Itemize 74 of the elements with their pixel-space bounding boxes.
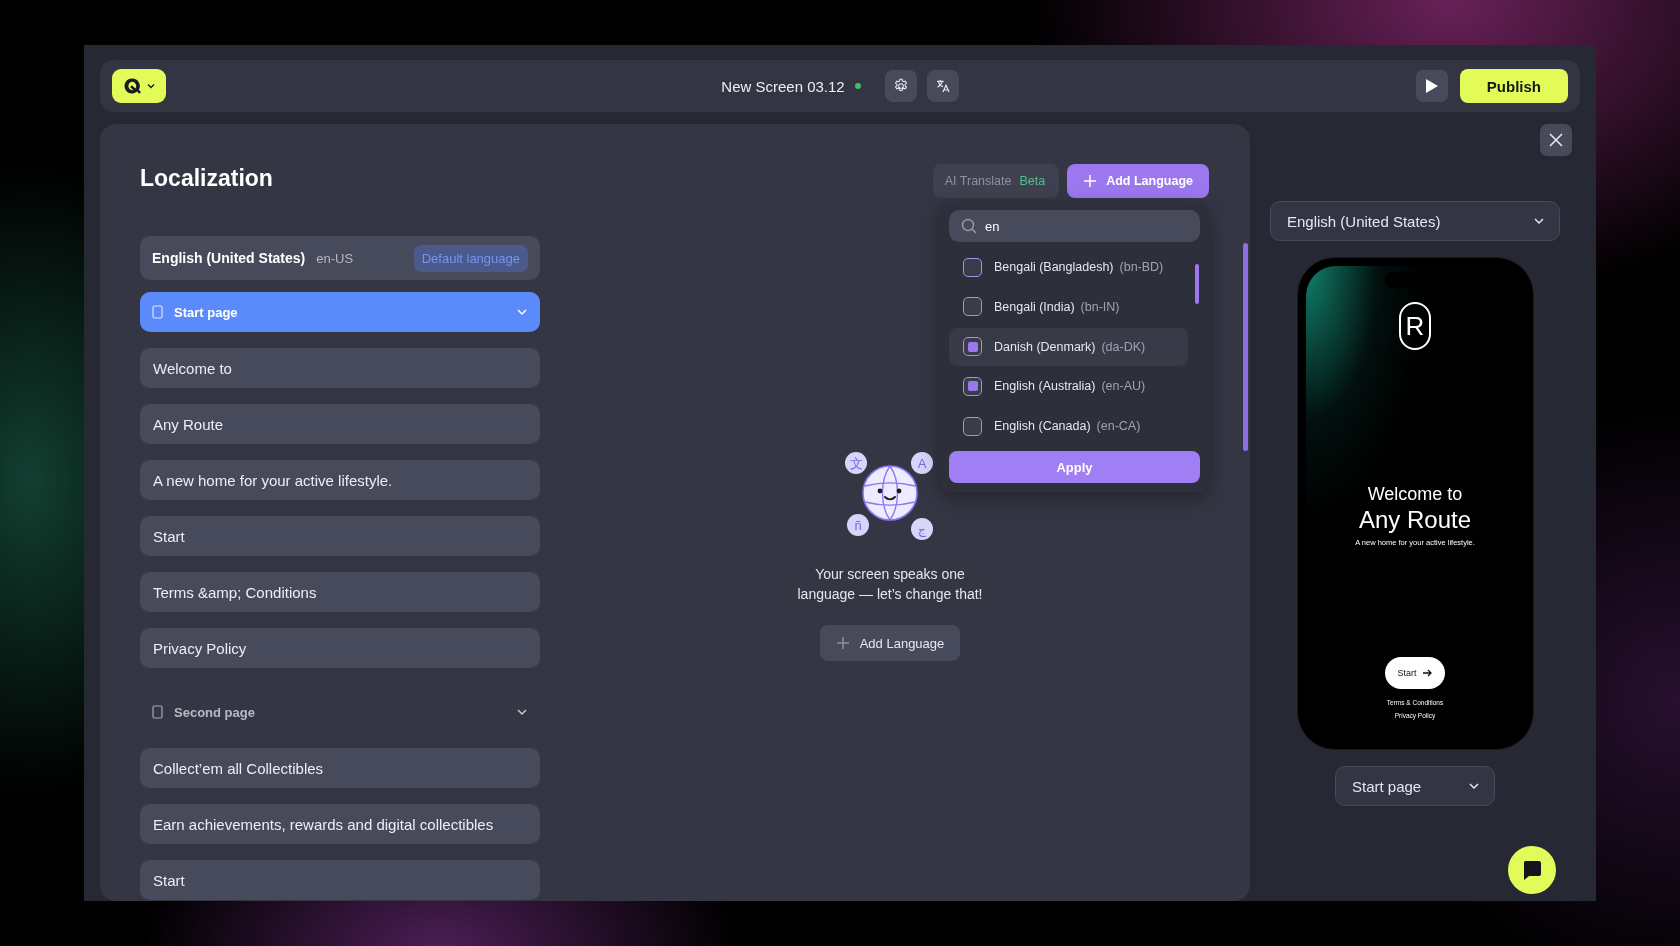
globe-face-icon (861, 464, 919, 522)
close-button[interactable] (1540, 124, 1572, 156)
language-name: Danish (Denmark) (994, 339, 1096, 354)
screen-title: New Screen 03.12 (721, 77, 845, 95)
arrow-right-icon (1422, 669, 1433, 677)
text-field[interactable]: Privacy Policy (140, 628, 540, 668)
language-option[interactable]: Danish (Denmark) (da-DK) (949, 327, 1188, 366)
beta-label: Beta (1019, 174, 1046, 188)
add-language-button[interactable]: Add Language (819, 625, 961, 661)
language-code: (en-CA) (1096, 419, 1141, 433)
publish-button[interactable]: Publish (1459, 69, 1568, 103)
checkbox[interactable] (963, 376, 982, 396)
play-button[interactable] (1415, 70, 1448, 102)
plus-icon (1083, 174, 1098, 188)
language-glyph: ñ (847, 514, 869, 536)
page-group-header[interactable]: Second page (140, 692, 540, 732)
page-title: Localization (140, 165, 274, 192)
checkbox[interactable] (963, 257, 982, 277)
checkbox[interactable] (963, 416, 982, 436)
language-option[interactable]: English (Canada) (en-CA) (949, 407, 1188, 445)
language-glyph: ج (911, 518, 933, 540)
language-code: (bn-BD) (1119, 260, 1164, 274)
page-name: Start page (174, 304, 239, 320)
chevron-down-icon (146, 81, 156, 91)
language-option[interactable]: English (Australia) (en-AU) (949, 367, 1188, 406)
chat-button[interactable] (1508, 846, 1556, 894)
text-field[interactable]: Any Route (140, 404, 540, 444)
language-name: Bengali (Bangladesh) (994, 260, 1114, 274)
language-glyph: 文 (845, 452, 867, 474)
page-select[interactable]: Start page (1335, 766, 1495, 806)
preview-title: Any Route (1358, 506, 1472, 534)
language-code: (en-AU) (1101, 379, 1146, 394)
settings-button[interactable] (884, 70, 917, 102)
text-field[interactable]: Start (140, 516, 540, 556)
text-field[interactable]: A new home for your active lifestyle. (140, 460, 540, 500)
default-language-badge: Default language (413, 244, 528, 272)
text-field[interactable]: Collect’em all Collectibles (140, 748, 540, 788)
start-button[interactable]: Start (1385, 657, 1445, 689)
scrollbar (1195, 264, 1199, 304)
plus-icon (835, 636, 850, 650)
language-select[interactable]: English (United States) (1270, 201, 1560, 241)
search-field[interactable]: en (949, 210, 1200, 242)
preview-heading: Welcome to (1367, 484, 1463, 505)
settings-icon (892, 78, 909, 94)
page-name: Second page (174, 704, 256, 720)
language-name: English (United States) (152, 250, 306, 266)
language-option[interactable]: Bengali (India) (bn-IN) (949, 287, 1188, 326)
chevron-down-icon (1533, 215, 1545, 227)
text-field[interactable]: Start (140, 860, 540, 900)
language-option[interactable]: Bengali (Bangladesh) (bn-BD) (949, 248, 1188, 286)
language-code: en-US (316, 250, 355, 266)
checkbox[interactable] (963, 297, 982, 317)
play-icon (1424, 78, 1439, 94)
page-icon (152, 705, 164, 719)
language-glyph: A (911, 452, 933, 474)
chat-bubble-icon (1521, 859, 1543, 881)
language-name: English (Canada) (994, 419, 1091, 433)
chevron-down-icon (1468, 780, 1480, 792)
text-field[interactable]: Earn achievements, rewards and digital collectibles (140, 804, 540, 844)
checkbox[interactable] (963, 337, 982, 356)
language-name: Bengali (India) (994, 299, 1075, 314)
page-icon (152, 305, 164, 319)
text-field[interactable]: Welcome to (140, 348, 540, 388)
language-name: English (Australia) (994, 379, 1096, 394)
logo-button[interactable] (112, 69, 166, 103)
language-code: (bn-IN) (1080, 299, 1120, 314)
translate-icon (934, 78, 951, 94)
language-code: (da-DK) (1101, 339, 1146, 354)
close-icon (1548, 132, 1564, 148)
translate-button[interactable] (926, 70, 959, 102)
logo-icon (122, 76, 142, 96)
text-field[interactable]: Terms &amp; Conditions (140, 572, 540, 612)
empty-state-message: Your screen speaks one language — let’s change that! (796, 565, 984, 604)
app-logo: R (1399, 302, 1431, 350)
